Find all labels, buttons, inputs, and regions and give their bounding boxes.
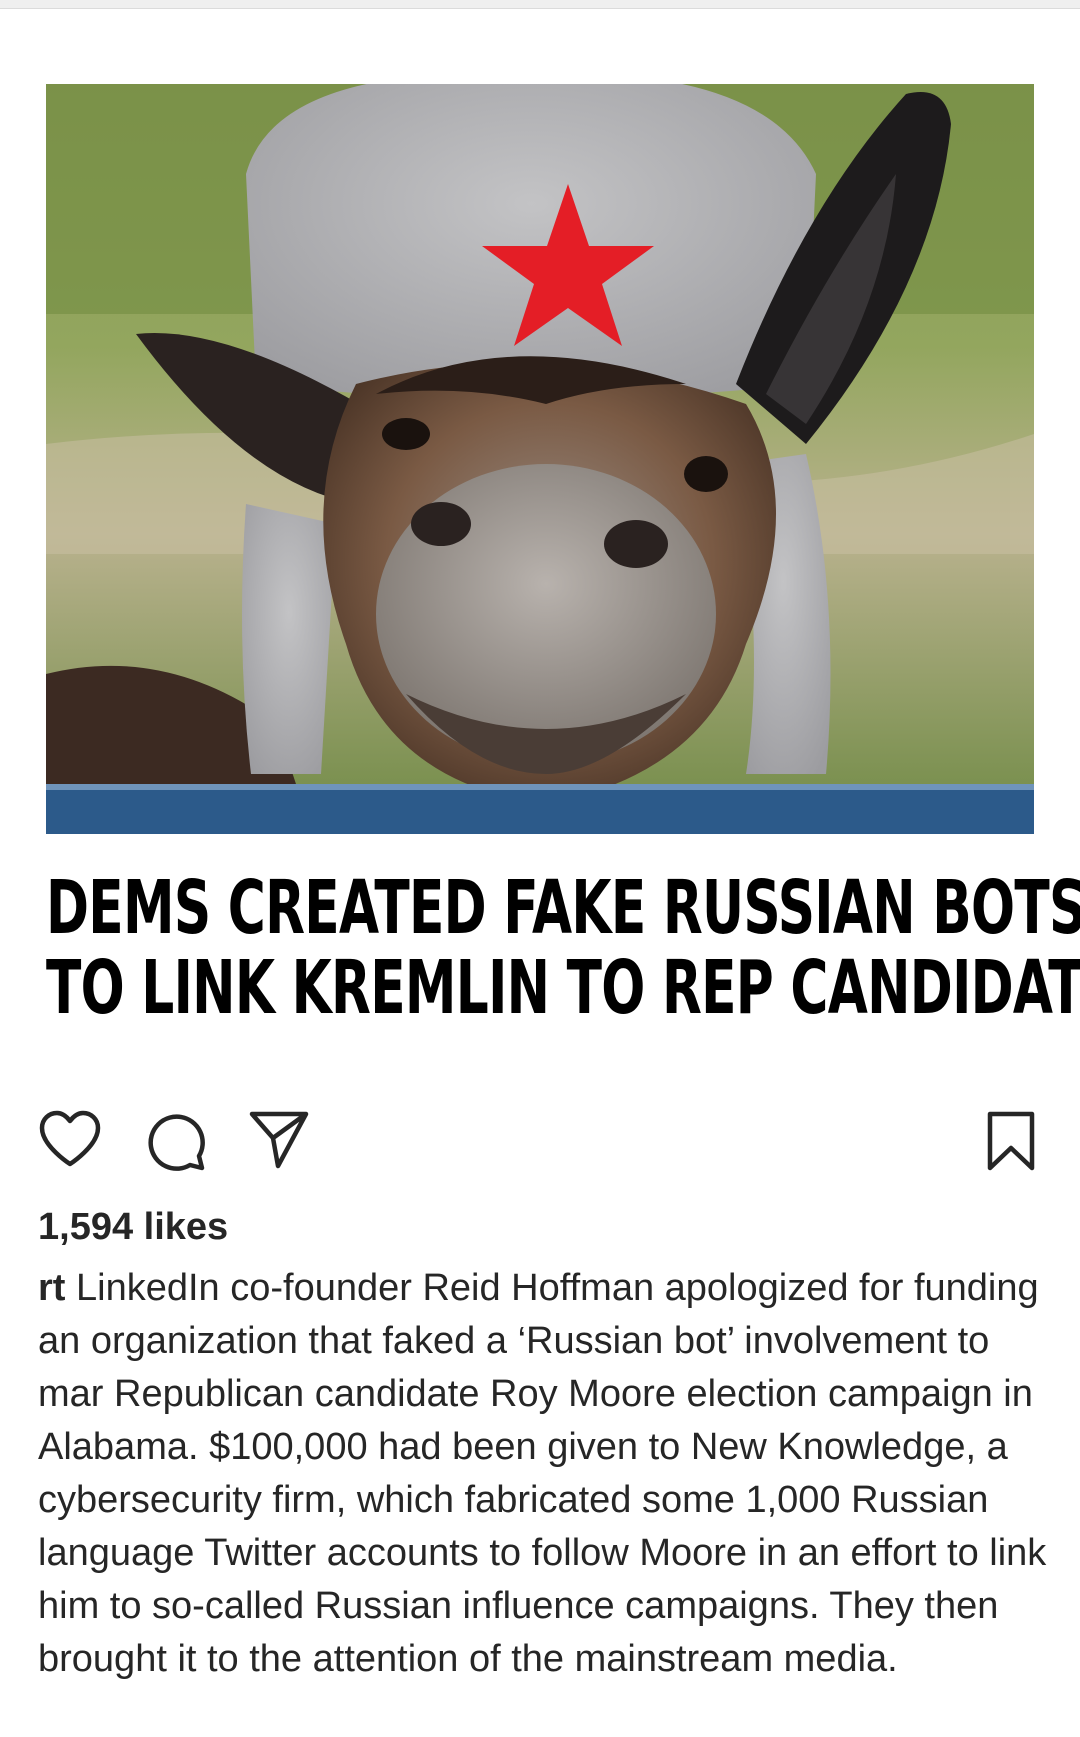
bookmark-icon[interactable] bbox=[986, 1110, 1036, 1172]
paper-plane-icon[interactable] bbox=[248, 1110, 310, 1170]
comment-icon[interactable] bbox=[144, 1110, 206, 1172]
post-image[interactable] bbox=[46, 84, 1034, 834]
headline-line-1: DEMS CREATED FAKE RUSSIAN BOTS bbox=[46, 865, 1080, 951]
post-caption: rt LinkedIn co-founder Reid Hoffman apol… bbox=[38, 1262, 1048, 1686]
action-bar bbox=[0, 1110, 1080, 1180]
heart-icon[interactable] bbox=[38, 1110, 102, 1170]
headline-line-2: TO LINK KREMLIN TO REP CANDIDATE bbox=[46, 945, 1080, 1031]
caption-username[interactable]: rt bbox=[38, 1267, 65, 1309]
caption-text: LinkedIn co-founder Reid Hoffman apologi… bbox=[38, 1267, 1047, 1680]
donkey-photo bbox=[46, 84, 1034, 834]
likes-count[interactable]: 1,594 likes bbox=[38, 1206, 228, 1249]
top-divider bbox=[0, 0, 1080, 9]
post-headline: DEMS CREATED FAKE RUSSIAN BOTS TO LINK K… bbox=[46, 865, 1080, 1031]
